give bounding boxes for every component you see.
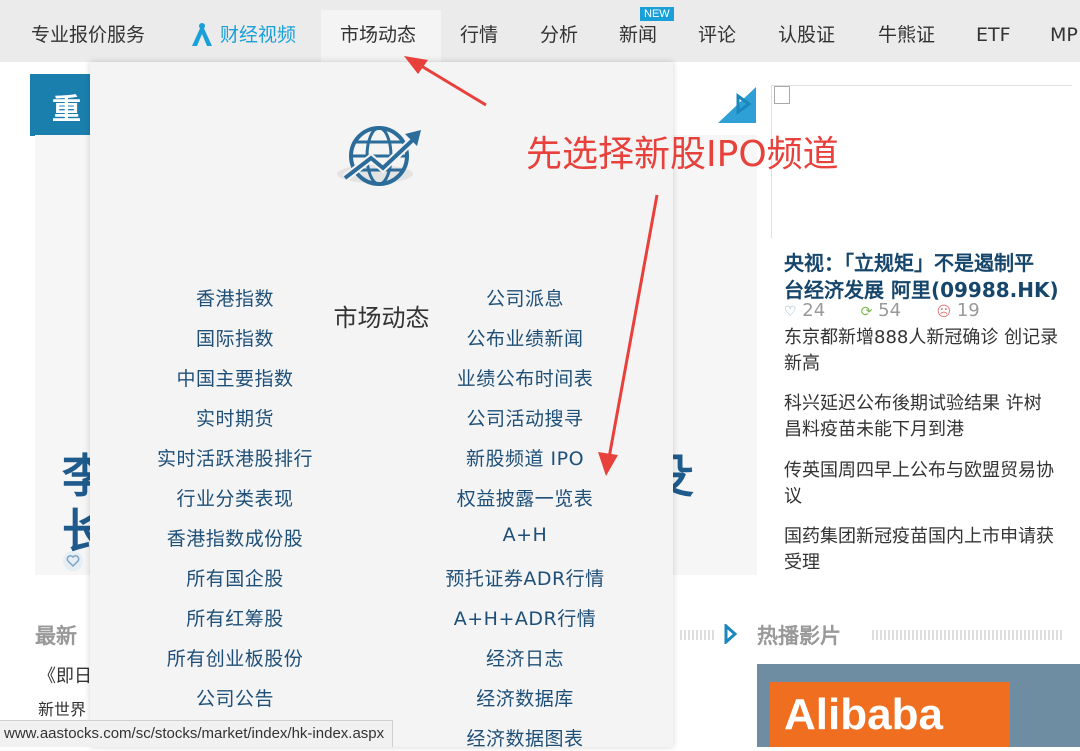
annotation-label: 先选择新股IPO频道 <box>526 134 839 175</box>
arrow-head-icon <box>598 452 618 476</box>
annotation-arrow-to-ipo <box>607 194 659 459</box>
arrow-head-icon <box>404 56 428 74</box>
annotation-arrow-to-tab <box>417 62 487 107</box>
annotation-arrows <box>404 56 659 476</box>
